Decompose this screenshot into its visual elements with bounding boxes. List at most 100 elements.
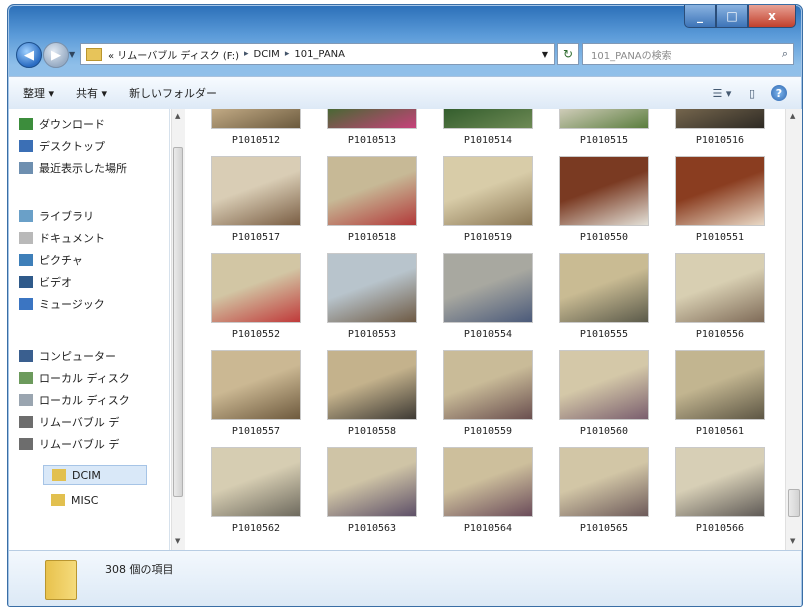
- help-icon[interactable]: ?: [771, 85, 787, 101]
- photo-thumbnail[interactable]: [559, 109, 649, 129]
- sidebar-item[interactable]: ローカル ディスク: [19, 390, 130, 410]
- file-name-label[interactable]: P1010515: [549, 135, 659, 146]
- file-thumbnail-item[interactable]: P1010515: [549, 109, 659, 153]
- photo-thumbnail[interactable]: [443, 447, 533, 517]
- file-thumbnail-item[interactable]: P1010566: [665, 447, 775, 541]
- sidebar-item[interactable]: 最近表示した場所: [19, 158, 127, 178]
- sidebar-item[interactable]: ライブラリ: [19, 206, 94, 226]
- file-name-label[interactable]: P1010512: [201, 135, 311, 146]
- breadcrumb-current[interactable]: 101_PANA: [294, 49, 345, 60]
- file-name-label[interactable]: P1010553: [317, 329, 427, 340]
- navigation-scroll-thumb[interactable]: [173, 147, 183, 497]
- view-options-icon[interactable]: ☰ ▾: [711, 84, 733, 102]
- file-thumbnail-item[interactable]: P1010563: [317, 447, 427, 541]
- file-name-label[interactable]: P1010516: [665, 135, 775, 146]
- file-name-label[interactable]: P1010519: [433, 232, 543, 243]
- photo-thumbnail[interactable]: [559, 156, 649, 226]
- photo-thumbnail[interactable]: [675, 350, 765, 420]
- file-name-label[interactable]: P1010557: [201, 426, 311, 437]
- navigation-scrollbar[interactable]: ▲ ▼: [171, 109, 185, 550]
- file-name-label[interactable]: P1010555: [549, 329, 659, 340]
- sidebar-item[interactable]: ビデオ: [19, 272, 72, 292]
- share-button[interactable]: 共有 ▾: [76, 85, 107, 101]
- file-thumbnail-item[interactable]: P1010554: [433, 253, 543, 347]
- file-name-label[interactable]: P1010554: [433, 329, 543, 340]
- file-thumbnail-item[interactable]: P1010564: [433, 447, 543, 541]
- file-thumbnail-item[interactable]: P1010558: [317, 350, 427, 444]
- preview-pane-icon[interactable]: ▯: [741, 84, 763, 102]
- file-name-label[interactable]: P1010550: [549, 232, 659, 243]
- file-thumbnail-item[interactable]: P1010559: [433, 350, 543, 444]
- file-thumbnail-item[interactable]: P1010550: [549, 156, 659, 250]
- file-name-label[interactable]: P1010556: [665, 329, 775, 340]
- minimize-button[interactable]: _: [684, 5, 716, 28]
- file-thumbnail-item[interactable]: P1010565: [549, 447, 659, 541]
- photo-thumbnail[interactable]: [211, 350, 301, 420]
- scroll-down-icon[interactable]: ▼: [175, 537, 180, 545]
- breadcrumb-separator-icon[interactable]: ▸: [244, 49, 249, 59]
- file-thumbnail-item[interactable]: P1010518: [317, 156, 427, 250]
- sidebar-item[interactable]: ローカル ディスク: [19, 368, 130, 388]
- forward-button[interactable]: ▶: [43, 42, 69, 68]
- photo-thumbnail[interactable]: [327, 109, 417, 129]
- organize-button[interactable]: 整理 ▾: [23, 85, 54, 101]
- file-name-label[interactable]: P1010514: [433, 135, 543, 146]
- photo-thumbnail[interactable]: [327, 253, 417, 323]
- back-button[interactable]: ◀: [16, 42, 42, 68]
- file-thumbnail-item[interactable]: P1010562: [201, 447, 311, 541]
- maximize-button[interactable]: □: [716, 5, 748, 28]
- sidebar-item[interactable]: ドキュメント: [19, 228, 105, 248]
- file-name-label[interactable]: P1010564: [433, 523, 543, 534]
- refresh-button[interactable]: ↻: [557, 43, 579, 65]
- photo-thumbnail[interactable]: [211, 156, 301, 226]
- file-name-label[interactable]: P1010560: [549, 426, 659, 437]
- photo-thumbnail[interactable]: [327, 156, 417, 226]
- file-thumbnail-item[interactable]: P1010514: [433, 109, 543, 153]
- file-thumbnail-item[interactable]: P1010556: [665, 253, 775, 347]
- recent-pages-dropdown[interactable]: ▼: [69, 50, 75, 59]
- photo-thumbnail[interactable]: [559, 350, 649, 420]
- breadcrumb-dcim[interactable]: DCIM: [254, 49, 280, 60]
- sidebar-item[interactable]: リムーバブル デ: [19, 434, 119, 454]
- file-name-label[interactable]: P1010558: [317, 426, 427, 437]
- file-thumbnail-item[interactable]: P1010517: [201, 156, 311, 250]
- file-thumbnail-item[interactable]: P1010555: [549, 253, 659, 347]
- photo-thumbnail[interactable]: [443, 109, 533, 129]
- file-grid-scrollbar[interactable]: ▲ ▼: [785, 109, 802, 550]
- file-thumbnail-item[interactable]: P1010557: [201, 350, 311, 444]
- search-input[interactable]: 101_PANAの検索 ⌕: [582, 43, 794, 65]
- file-name-label[interactable]: P1010517: [201, 232, 311, 243]
- photo-thumbnail[interactable]: [443, 253, 533, 323]
- breadcrumb-separator-icon[interactable]: ▸: [285, 49, 290, 59]
- sidebar-item[interactable]: デスクトップ: [19, 136, 105, 156]
- sidebar-item[interactable]: コンピューター: [19, 346, 116, 366]
- photo-thumbnail[interactable]: [675, 156, 765, 226]
- file-name-label[interactable]: P1010551: [665, 232, 775, 243]
- photo-thumbnail[interactable]: [443, 350, 533, 420]
- file-name-label[interactable]: P1010518: [317, 232, 427, 243]
- file-name-label[interactable]: P1010566: [665, 523, 775, 534]
- file-name-label[interactable]: P1010562: [201, 523, 311, 534]
- sidebar-item[interactable]: ダウンロード: [19, 114, 105, 134]
- photo-thumbnail[interactable]: [675, 447, 765, 517]
- sidebar-item[interactable]: ミュージック: [19, 294, 105, 314]
- file-thumbnail-item[interactable]: P1010513: [317, 109, 427, 153]
- photo-thumbnail[interactable]: [559, 447, 649, 517]
- photo-thumbnail[interactable]: [675, 253, 765, 323]
- photo-thumbnail[interactable]: [327, 447, 417, 517]
- file-thumbnail-item[interactable]: P1010551: [665, 156, 775, 250]
- scroll-up-icon[interactable]: ▲: [175, 112, 180, 120]
- sidebar-item[interactable]: DCIM: [43, 465, 147, 485]
- file-grid-scroll-thumb[interactable]: [788, 489, 800, 517]
- photo-thumbnail[interactable]: [211, 447, 301, 517]
- breadcrumb-drive[interactable]: « リムーバブル ディスク (F:): [108, 47, 239, 62]
- sidebar-item[interactable]: ピクチャ: [19, 250, 83, 270]
- scroll-up-icon[interactable]: ▲: [790, 112, 795, 120]
- photo-thumbnail[interactable]: [675, 109, 765, 129]
- file-thumbnail-item[interactable]: P1010553: [317, 253, 427, 347]
- file-thumbnail-item[interactable]: P1010512: [201, 109, 311, 153]
- file-thumbnail-item[interactable]: P1010561: [665, 350, 775, 444]
- sidebar-item[interactable]: MISC: [51, 490, 98, 510]
- address-dropdown-icon[interactable]: ▼: [536, 50, 554, 59]
- file-name-label[interactable]: P1010552: [201, 329, 311, 340]
